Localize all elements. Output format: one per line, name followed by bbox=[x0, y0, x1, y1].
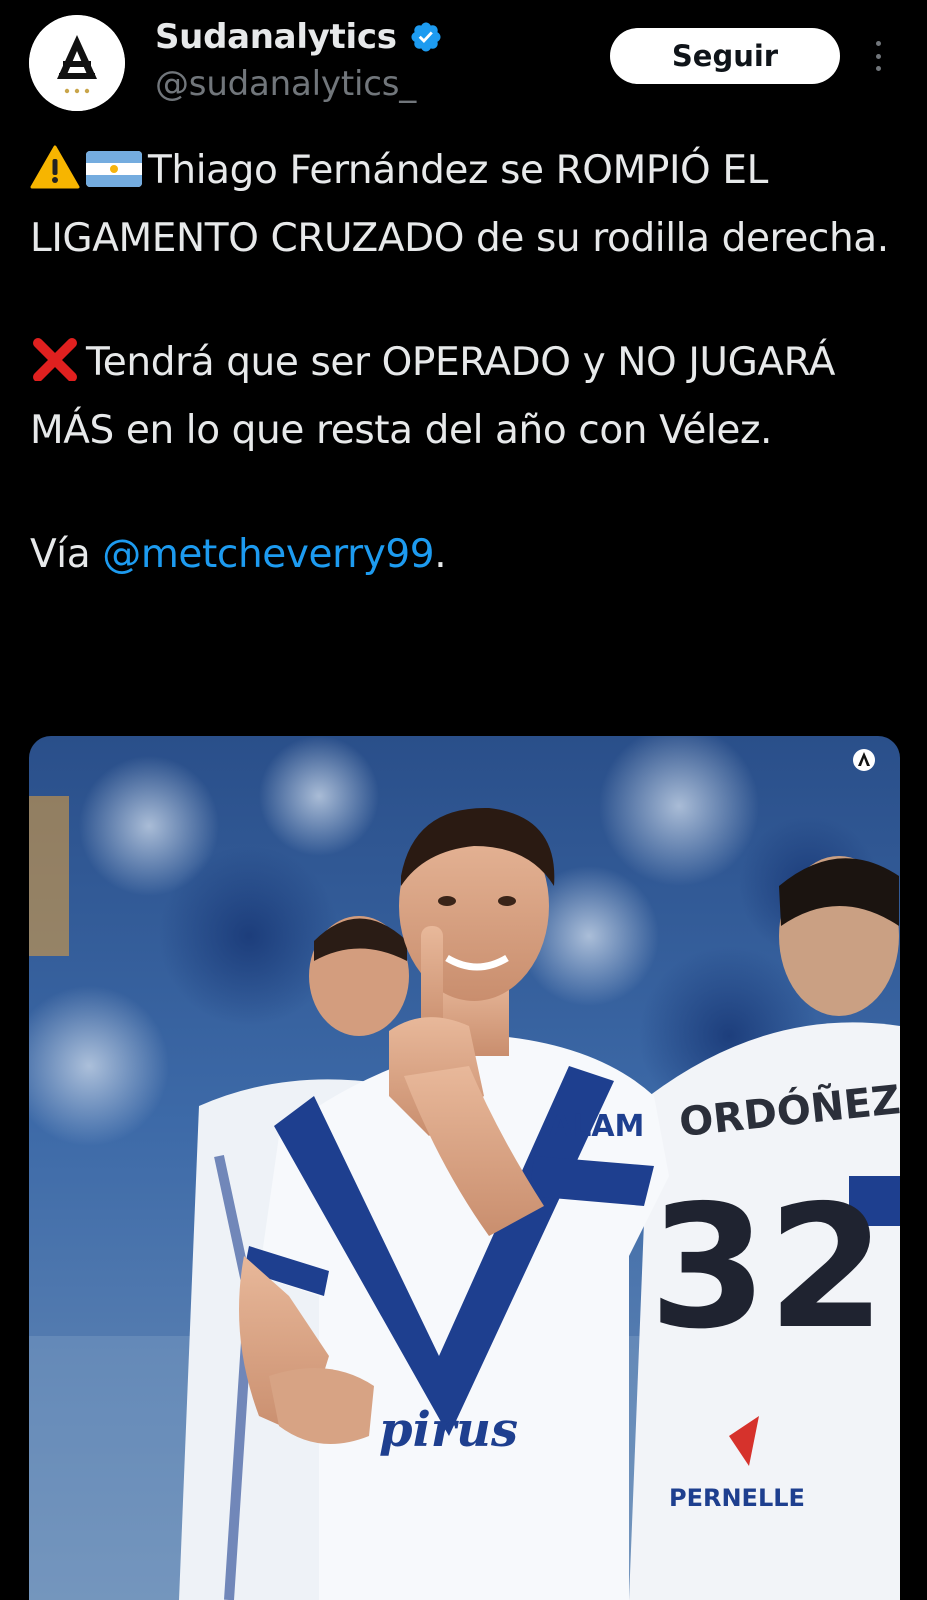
tweet-text: Thiago Fernández se ROMPIÓ EL LIGAMENTO … bbox=[30, 140, 910, 586]
warning-emoji-icon bbox=[30, 145, 80, 208]
teammate-number-text: 32 bbox=[649, 1169, 886, 1367]
tweet-paragraph-injury: Thiago Fernández se ROMPIÓ EL LIGAMENTO … bbox=[30, 140, 910, 270]
jersey-front-text: pirus bbox=[379, 1402, 518, 1458]
display-name-row[interactable]: Sudanalytics bbox=[155, 14, 443, 60]
tweet-card: Sudanalytics @sudanalytics_ Seguir Thiag… bbox=[0, 0, 927, 1600]
tweet-paragraph-surgery: Tendrá que ser OPERADO y NO JUGARÁ MÁS e… bbox=[30, 332, 910, 462]
via-prefix: Vía bbox=[30, 532, 103, 577]
tweet-line2-text: Tendrá que ser OPERADO y NO JUGARÁ MÁS e… bbox=[30, 340, 836, 453]
via-suffix: . bbox=[434, 532, 447, 577]
avatar[interactable] bbox=[29, 15, 125, 111]
tweet-line1-text: Thiago Fernández se ROMPIÓ EL LIGAMENTO … bbox=[30, 148, 889, 261]
sudanalytics-logo-icon bbox=[29, 15, 125, 111]
sleeve-sponsor-text: PERNELLE bbox=[669, 1484, 805, 1512]
player-photo: ORDÓÑEZ 32 PERNELLE ALAM pirus bbox=[29, 736, 900, 1600]
argentina-flag-icon bbox=[86, 146, 142, 208]
follow-button[interactable]: Seguir bbox=[610, 28, 840, 84]
mention-link[interactable]: @metcheverry99 bbox=[102, 532, 434, 577]
verified-badge-icon bbox=[409, 20, 443, 54]
tweet-paragraph-source: Vía @metcheverry99. bbox=[30, 524, 910, 586]
tweet-media-photo[interactable]: ORDÓÑEZ 32 PERNELLE ALAM pirus bbox=[29, 736, 900, 1600]
account-handle[interactable]: @sudanalytics_ bbox=[155, 64, 416, 104]
cross-mark-emoji-icon bbox=[30, 337, 80, 400]
display-name[interactable]: Sudanalytics bbox=[155, 17, 397, 57]
more-vertical-icon[interactable] bbox=[866, 36, 890, 76]
jersey-sponsor-text: ALAM bbox=[549, 1109, 644, 1144]
